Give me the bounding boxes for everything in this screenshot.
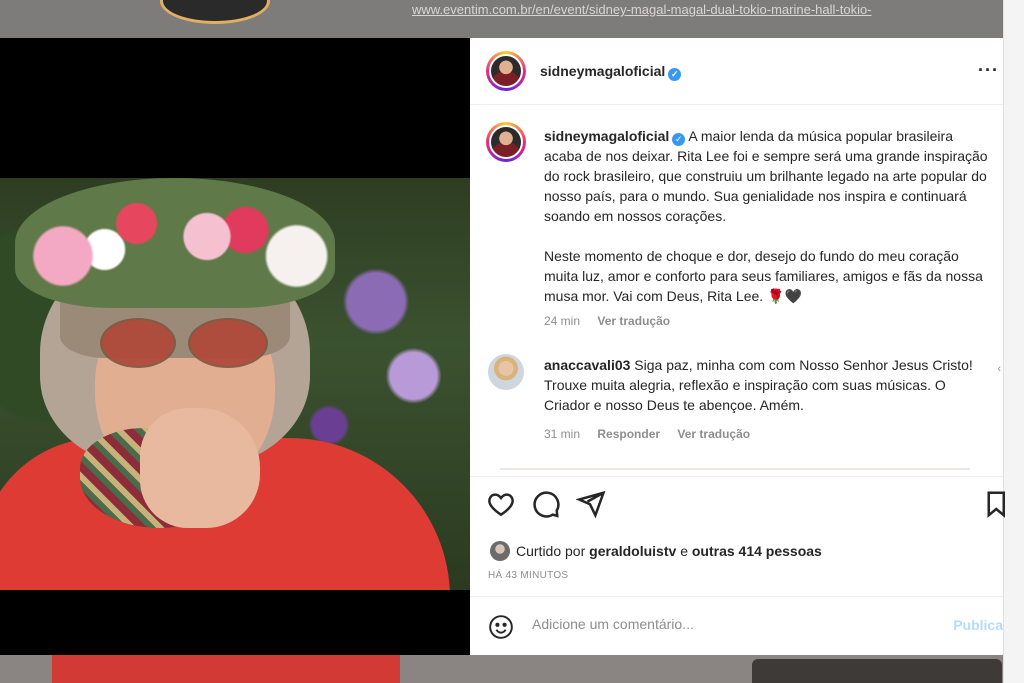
author-username[interactable]: sidneymagaloficial ✓ — [540, 63, 682, 81]
action-bar — [470, 476, 1005, 530]
comment-translate-link[interactable]: Ver tradução — [677, 427, 750, 441]
caption-time: 24 min — [544, 314, 581, 328]
verified-check-icon: ✓ — [672, 133, 686, 146]
post-image-pane[interactable] — [0, 38, 470, 655]
background-page: www.eventim.com.br/en/event/sidney-magal… — [0, 0, 1003, 38]
likes-prefix: Curtido por — [516, 543, 586, 559]
author-username-text[interactable]: sidneymagaloficial — [540, 63, 665, 79]
comment-input[interactable] — [532, 616, 932, 632]
publish-button[interactable]: Publica — [953, 617, 1003, 633]
comment-like-icon[interactable]: ‹ — [997, 363, 1001, 375]
caption-username[interactable]: sidneymagaloficial — [544, 128, 669, 144]
post-panel: sidneymagaloficial ✓ ··· sidneymagalofici… — [470, 38, 1005, 655]
speech-bubble-icon[interactable] — [531, 489, 561, 519]
comment: anaccavali03 Siga paz, minha com com Nos… — [544, 355, 984, 415]
caption-meta: 24 min Ver tradução — [544, 314, 684, 328]
add-comment-bar: Publica — [470, 596, 1003, 655]
likes-others[interactable]: outras 414 pessoas — [692, 543, 822, 559]
likes-middle: e — [680, 543, 688, 559]
likes-summary: Curtido por geraldoluistv e outras 414 p… — [490, 541, 822, 561]
liker-avatar[interactable] — [490, 541, 510, 561]
heart-icon[interactable] — [486, 489, 516, 519]
caption-avatar[interactable] — [486, 122, 526, 162]
screenshot-frame: www.eventim.com.br/en/event/sidney-magal… — [0, 0, 1024, 683]
background-url-link[interactable]: www.eventim.com.br/en/event/sidney-magal… — [412, 2, 1002, 22]
liker-username[interactable]: geraldoluistv — [589, 543, 676, 559]
smiley-icon[interactable] — [488, 614, 514, 640]
comments-list[interactable]: sidneymagaloficial ✓ A maior lenda da mús… — [470, 106, 1003, 476]
window-edge — [1003, 0, 1024, 683]
caption-translate-link[interactable]: Ver tradução — [597, 314, 670, 328]
post-header: sidneymagaloficial ✓ ··· — [470, 38, 1003, 105]
comment-username[interactable]: anaccavali03 — [544, 357, 630, 373]
next-comment-peek — [500, 468, 970, 474]
more-options-icon[interactable]: ··· — [978, 60, 999, 81]
caption: sidneymagaloficial ✓ A maior lenda da mús… — [544, 126, 994, 326]
post-timestamp[interactable]: HÁ 43 MINUTOS — [488, 570, 568, 581]
comment-time: 31 min — [544, 427, 581, 441]
bookmark-icon[interactable] — [985, 489, 1005, 519]
commenter-avatar[interactable] — [488, 354, 524, 390]
caption-paragraph-2: Neste momento de choque e dor, desejo do… — [544, 248, 983, 304]
paper-plane-icon[interactable] — [576, 489, 606, 519]
author-avatar[interactable] — [486, 51, 526, 91]
background-logo — [160, 0, 270, 24]
background-page-bottom — [0, 655, 1003, 683]
comment-meta: 31 min Responder Ver tradução — [544, 427, 764, 441]
background-photo-fragment — [52, 655, 400, 683]
post-photo — [0, 178, 470, 590]
comment-reply-link[interactable]: Responder — [597, 427, 660, 441]
background-object — [752, 659, 1002, 683]
verified-check-icon: ✓ — [668, 68, 682, 81]
